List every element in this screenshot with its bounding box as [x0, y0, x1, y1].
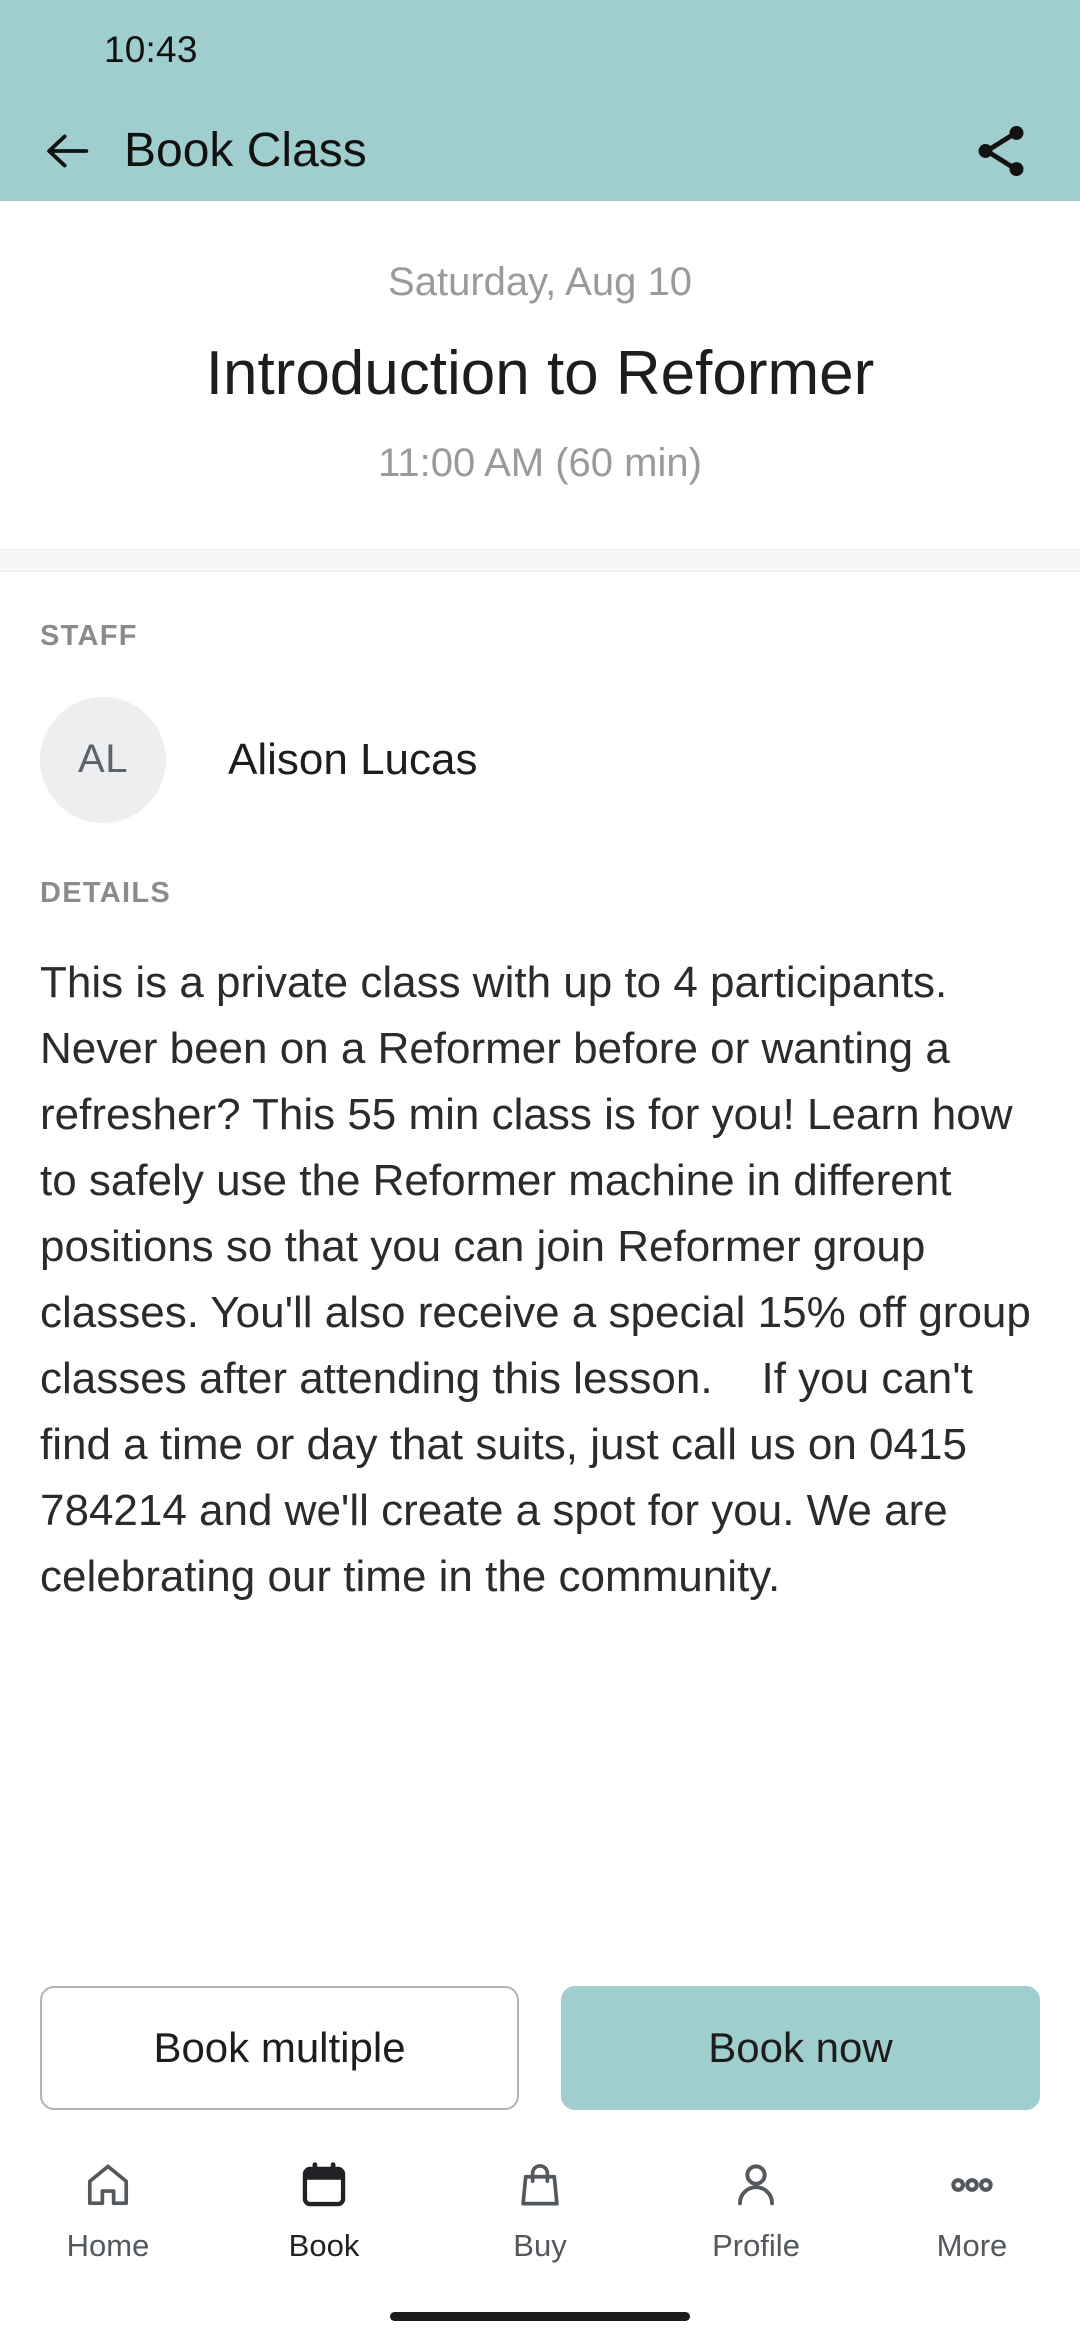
avatar-initials: AL — [78, 737, 128, 782]
staff-section: STAFF AL Alison Lucas — [0, 572, 1080, 823]
staff-row[interactable]: AL Alison Lucas — [40, 696, 1040, 823]
staff-name: Alison Lucas — [228, 734, 478, 784]
details-section: DETAILS This is a private class with up … — [0, 823, 1080, 1610]
back-button[interactable] — [34, 118, 100, 184]
status-bar-clock: 10:43 — [104, 29, 198, 70]
class-date: Saturday, Aug 10 — [388, 260, 692, 304]
person-icon — [730, 2156, 782, 2214]
nav-label-book: Book — [288, 2228, 360, 2263]
bottom-navigation: Home Book Buy Profile More — [0, 2140, 1080, 2292]
action-bar: Book multiple Book now — [0, 1964, 1080, 2140]
arrow-left-icon — [47, 134, 89, 167]
class-time: 11:00 AM (60 min) — [378, 440, 702, 485]
details-scroll-area[interactable]: STAFF AL Alison Lucas DETAILS This is a … — [0, 571, 1080, 1964]
app-screen: 10:43 Book Class Saturday, Aug 10 Introd… — [0, 0, 1080, 2340]
nav-item-buy[interactable]: Buy — [432, 2156, 648, 2264]
nav-item-book[interactable]: Book — [216, 2156, 432, 2264]
book-multiple-button[interactable]: Book multiple — [40, 1986, 519, 2110]
ellipsis-icon — [946, 2156, 998, 2214]
details-description: This is a private class with up to 4 par… — [40, 957, 1044, 1601]
book-now-button[interactable]: Book now — [561, 1986, 1040, 2110]
nav-item-profile[interactable]: Profile — [648, 2156, 864, 2264]
bag-icon — [514, 2156, 566, 2214]
class-title: Introduction to Reformer — [205, 339, 875, 409]
avatar: AL — [40, 696, 166, 823]
nav-label-buy: Buy — [513, 2228, 567, 2263]
calendar-icon — [298, 2156, 350, 2214]
nav-label-profile: Profile — [712, 2228, 800, 2263]
home-icon — [82, 2156, 134, 2214]
nav-label-home: Home — [66, 2228, 150, 2263]
app-bar: Book Class — [0, 100, 1080, 201]
class-header: Saturday, Aug 10 Introduction to Reforme… — [0, 201, 1080, 549]
nav-label-more: More — [936, 2228, 1008, 2263]
gesture-pill[interactable] — [390, 2311, 690, 2321]
gesture-bar — [0, 2292, 1080, 2340]
section-divider — [0, 548, 1080, 572]
staff-section-label: STAFF — [40, 619, 138, 652]
nav-item-home[interactable]: Home — [0, 2156, 216, 2264]
status-bar: 10:43 — [0, 0, 1080, 100]
page-title: Book Class — [124, 124, 367, 177]
nav-item-more[interactable]: More — [864, 2156, 1080, 2264]
share-icon — [978, 125, 1024, 176]
details-section-label: DETAILS — [40, 876, 172, 909]
share-button[interactable] — [966, 116, 1036, 186]
